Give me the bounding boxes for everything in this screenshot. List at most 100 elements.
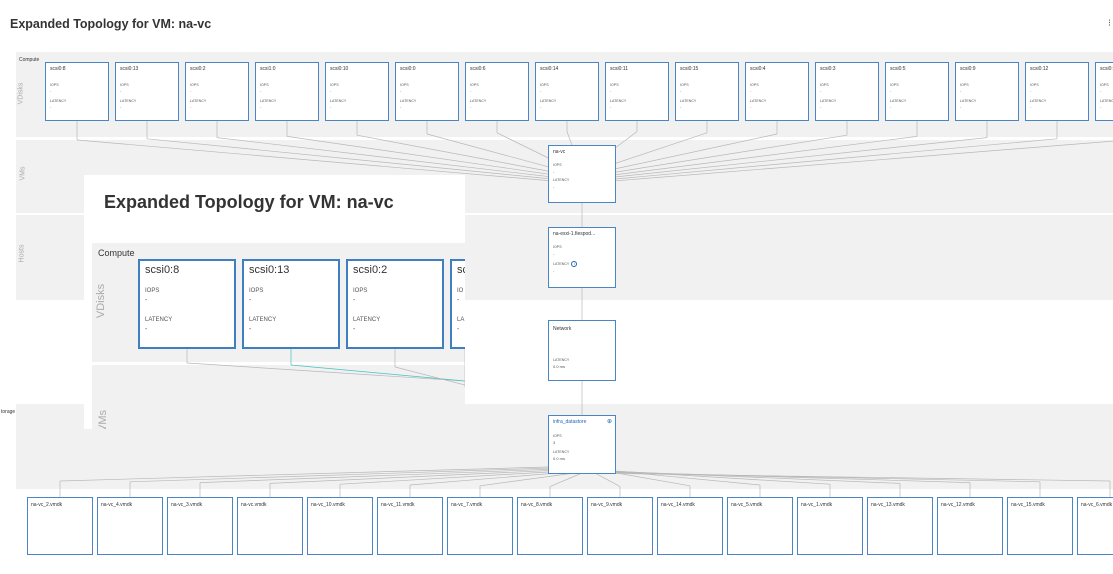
vm-node[interactable]: na-vc IOPS - LATENCY - [548, 145, 616, 203]
vdisk-node[interactable]: scsi0:2 IOPS - LATENCY - [185, 62, 249, 121]
link-line [549, 472, 583, 487]
host-latency-label: LATENCY i [553, 261, 578, 267]
zoom-icon[interactable]: ⊕ [607, 418, 612, 425]
vmdk-node[interactable]: na-vc_13.vmdk [867, 497, 933, 555]
vmdk-node[interactable]: na-vc_5.vmdk [727, 497, 793, 555]
network-node[interactable]: Network LATENCY 0.0 ms [548, 320, 616, 381]
vdisk-name: scsi0:15 [680, 66, 699, 72]
vmdk-node[interactable]: na-vc_12.vmdk [937, 497, 1003, 555]
vdisk-iops-value: - [960, 88, 962, 93]
link-line [581, 469, 901, 484]
vdisk-latency-value: - [50, 104, 52, 109]
vdisk-iops-label: IOPS [890, 83, 899, 87]
vdisk-name: scsi0:10 [330, 66, 349, 72]
vdisk-latency-label: LATENCY [820, 99, 837, 103]
vmdk-name: na-vc_6.vmdk [1081, 502, 1113, 508]
vmdk-node[interactable]: na-vc.vmdk [237, 497, 303, 555]
vdisk-iops-value: - [540, 88, 542, 93]
vdisk-latency-label: LATENCY [330, 99, 347, 103]
link-line [581, 137, 988, 181]
vdisk-latency-value: - [610, 104, 612, 109]
link-line [581, 471, 1041, 483]
vdisk-iops-label: IOPS [50, 83, 59, 87]
vmdk-node[interactable]: na-vc_10.vmdk [307, 497, 373, 555]
vdisk-iops-label: IOPS [470, 83, 479, 87]
vdisk-iops-value: - [820, 88, 822, 93]
vmdk-node[interactable]: na-vc_8.vmdk [517, 497, 583, 555]
vdisk-latency-value: - [680, 104, 682, 109]
vmdk-node[interactable]: na-vc_14.vmdk [657, 497, 723, 555]
inset-latency-label: LATENCY [145, 317, 173, 323]
host-iops-label: IOPS [553, 245, 562, 249]
vdisk-name: scsi0:0 [400, 66, 416, 72]
vdisk-name: scsi0:14 [540, 66, 559, 72]
vdisk-iops-value: - [190, 88, 192, 93]
vdisk-latency-value: - [1100, 104, 1102, 109]
info-icon[interactable]: i [571, 261, 578, 267]
vdisk-latency-label: LATENCY [1030, 99, 1047, 103]
vdisk-iops-label: IOPS [960, 83, 969, 87]
vmdk-node[interactable]: na-vc_1.vmdk [797, 497, 863, 555]
vmdk-node[interactable]: na-vc_11.vmdk [377, 497, 443, 555]
vdisk-node[interactable]: scsi0:3 IOPS - LATENCY - [815, 62, 879, 121]
vdisk-latency-label: LATENCY [680, 99, 697, 103]
vdisk-latency-value: - [1030, 104, 1032, 109]
vdisk-node[interactable]: scsi0:1IOPS-LATENCY- [1095, 62, 1113, 121]
vmdk-name: na-vc_5.vmdk [731, 502, 763, 508]
vmdk-node[interactable]: na-vc_7.vmdk [447, 497, 513, 555]
inset-latency-value: - [145, 326, 148, 333]
vmdk-node[interactable]: na-vc_3.vmdk [167, 497, 233, 555]
vdisk-node[interactable]: scsi0:6 IOPS - LATENCY - [465, 62, 529, 121]
vm-latency-value: - [553, 184, 555, 189]
vdisk-node[interactable]: scsi0:12 IOPS - LATENCY - [1025, 62, 1089, 121]
vdisk-node[interactable]: scsi0:10 IOPS - LATENCY - [325, 62, 389, 121]
vmdk-name: na-vc_14.vmdk [661, 502, 695, 508]
datastore-node[interactable]: infra_datastore ⊕ IOPS 3 LATENCY 0.0 ms [548, 415, 616, 474]
vdisk-node[interactable]: scsi0:8 IOPS - LATENCY - [45, 62, 109, 121]
inset-iops-value: - [145, 297, 148, 304]
host-node[interactable]: na-esxi-1.fiespod... IOPS - LATENCY i - [548, 227, 616, 288]
vmdk-name: na-vc_9.vmdk [591, 502, 623, 508]
vmdk-node[interactable]: na-vc_9.vmdk [587, 497, 653, 555]
vdisk-node[interactable]: scsi1:0 IOPS - LATENCY - [255, 62, 319, 121]
vdisk-node[interactable]: scsi0:13 IOPS - LATENCY - [115, 62, 179, 121]
inset-vdisk-node[interactable]: scsi0:13 IOPS - LATENCY - [242, 259, 340, 349]
vmdk-name: na-vc_7.vmdk [451, 502, 483, 508]
vdisk-latency-value: - [960, 104, 962, 109]
datastore-name[interactable]: infra_datastore [553, 419, 586, 425]
inset-vdisk-node[interactable]: sc IO - LA - [450, 259, 465, 349]
vdisk-name: scsi0:4 [750, 66, 766, 72]
vdisk-node[interactable]: scsi0:0 IOPS - LATENCY - [395, 62, 459, 121]
network-latency-value: 0.0 ms [553, 364, 566, 369]
vdisk-iops-value: - [750, 88, 752, 93]
inset-vdisk-node[interactable]: scsi0:2 IOPS - LATENCY - [346, 259, 444, 349]
vdisk-name: scsi0:9 [960, 66, 976, 72]
inset-iops-label: IOPS [145, 288, 160, 294]
vmdk-name: na-vc_4.vmdk [101, 502, 133, 508]
vdisk-node[interactable]: scsi0:11 IOPS - LATENCY - [605, 62, 669, 121]
vdisk-node[interactable]: scsi0:15 IOPS - LATENCY - [675, 62, 739, 121]
vdisk-latency-label: LATENCY [750, 99, 767, 103]
vmdk-node[interactable]: na-vc_4.vmdk [97, 497, 163, 555]
inset-latency-label: LA [457, 317, 465, 323]
vdisk-iops-value: - [50, 88, 52, 93]
vdisk-node[interactable]: scsi0:4 IOPS - LATENCY - [745, 62, 809, 121]
vdisk-name: scsi0:1 [1100, 66, 1113, 72]
vmdk-node[interactable]: na-vc_6.vmdk [1077, 497, 1113, 555]
vdisk-latency-value: - [750, 104, 752, 109]
vdisk-iops-label: IOPS [1100, 83, 1109, 87]
vdisk-latency-value: - [470, 104, 472, 109]
vmdk-name: na-vc_12.vmdk [941, 502, 975, 508]
host-iops-value: - [553, 251, 555, 256]
inset-latency-label: LATENCY [249, 317, 277, 323]
inset-iops-value: - [249, 297, 252, 304]
vmdk-node[interactable]: na-vc_15.vmdk [1007, 497, 1073, 555]
vdisk-latency-label: LATENCY [1100, 99, 1113, 103]
inset-iops-label: IO [457, 288, 464, 294]
vdisk-latency-label: LATENCY [890, 99, 907, 103]
vmdk-node[interactable]: na-vc_2.vmdk [27, 497, 93, 555]
vdisk-node[interactable]: scsi0:14 IOPS - LATENCY - [535, 62, 599, 121]
vdisk-node[interactable]: scsi0:9 IOPS - LATENCY - [955, 62, 1019, 121]
inset-vdisk-node[interactable]: scsi0:8 IOPS - LATENCY - [138, 259, 236, 349]
vdisk-node[interactable]: scsi0:5 IOPS - LATENCY - [885, 62, 949, 121]
